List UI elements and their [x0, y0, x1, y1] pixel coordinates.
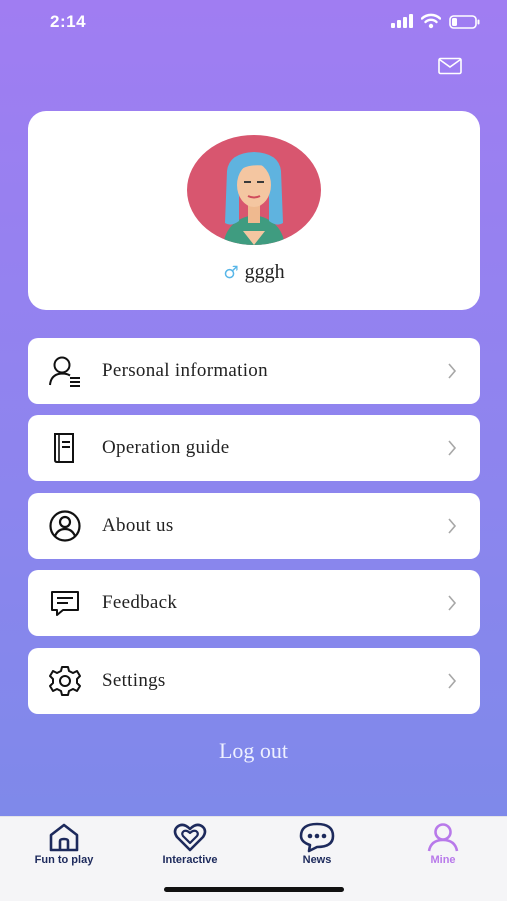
profile-card: ♂ gggh [28, 111, 480, 310]
menu-item-label: Feedback [102, 592, 178, 613]
status-bar: 2:14 [0, 0, 507, 46]
menu-item-personal-information[interactable]: Personal information [28, 338, 480, 404]
menu-item-label: Settings [102, 670, 166, 691]
menu-item-feedback[interactable]: Feedback [28, 570, 480, 636]
menu-item-label: About us [102, 515, 174, 536]
mail-icon[interactable] [438, 57, 462, 75]
gender-male-icon: ♂ [223, 263, 239, 283]
user-circle-icon [49, 510, 81, 542]
tab-label: Interactive [162, 854, 218, 866]
menu-item-label: Operation guide [102, 437, 230, 458]
logout-button[interactable]: Log out [0, 738, 507, 764]
chevron-right-icon [448, 673, 457, 689]
chat-bubble-icon [299, 822, 335, 853]
tab-news[interactable]: News [262, 821, 372, 866]
tab-label: Mine [430, 854, 456, 866]
signal-icon [391, 14, 413, 28]
chat-icon [51, 591, 79, 616]
menu-item-about-us[interactable]: About us [28, 493, 480, 559]
menu-item-label: Personal information [102, 360, 268, 381]
tab-label: News [302, 854, 332, 866]
status-time: 2:14 [50, 12, 87, 31]
tab-interactive[interactable]: Interactive [135, 821, 245, 866]
gear-icon [49, 666, 81, 696]
tab-fun-to-play[interactable]: Fun to play [9, 821, 119, 866]
menu-item-operation-guide[interactable]: Operation guide [28, 415, 480, 481]
menu-item-settings[interactable]: Settings [28, 648, 480, 714]
profile-name-row: ♂ gggh [28, 261, 480, 284]
home-icon [49, 823, 79, 852]
chevron-right-icon [448, 363, 457, 379]
book-icon [54, 433, 74, 463]
chevron-right-icon [448, 595, 457, 611]
chevron-right-icon [448, 440, 457, 456]
battery-icon [449, 15, 480, 29]
heart-icon [173, 823, 207, 852]
chevron-right-icon [448, 518, 457, 534]
home-indicator [164, 887, 344, 892]
user-list-icon [49, 356, 80, 387]
tab-label: Fun to play [34, 854, 94, 866]
wifi-icon [421, 13, 441, 29]
username: gggh [244, 261, 285, 283]
person-icon [427, 823, 459, 852]
tab-mine[interactable]: Mine [388, 821, 498, 866]
avatar[interactable] [187, 135, 321, 245]
